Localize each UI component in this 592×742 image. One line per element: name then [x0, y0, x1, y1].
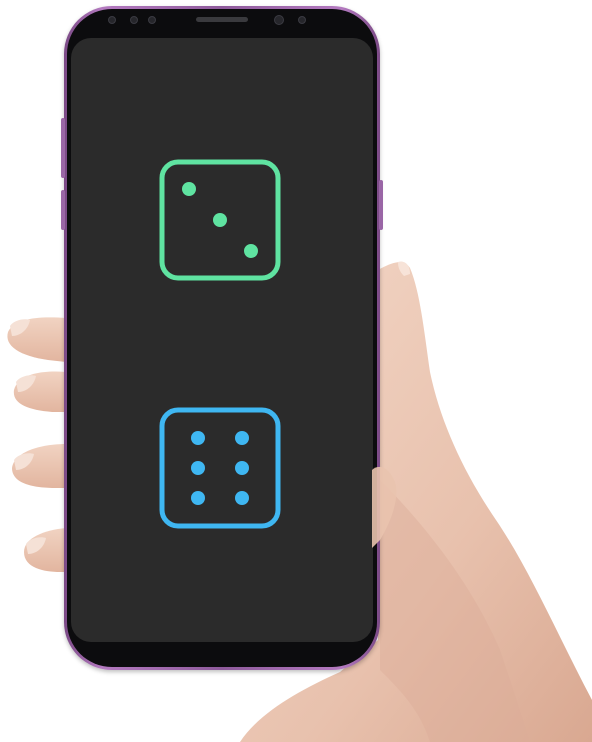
iris-sensor-icon	[108, 16, 116, 24]
die-six-icon	[159, 407, 281, 529]
product-photo-scene	[0, 0, 592, 742]
volume-button	[61, 118, 65, 178]
die-three-icon	[159, 159, 281, 281]
die-bottom-button[interactable]	[158, 406, 282, 530]
earpiece-speaker	[196, 17, 248, 22]
light-sensor-icon	[148, 16, 156, 24]
iris-camera-icon	[298, 16, 306, 24]
bixby-button	[61, 190, 65, 230]
power-button	[379, 180, 383, 230]
proximity-sensor-icon	[130, 16, 138, 24]
front-camera-icon	[274, 15, 284, 25]
app-screen	[71, 38, 373, 642]
die-top-button[interactable]	[158, 158, 282, 282]
